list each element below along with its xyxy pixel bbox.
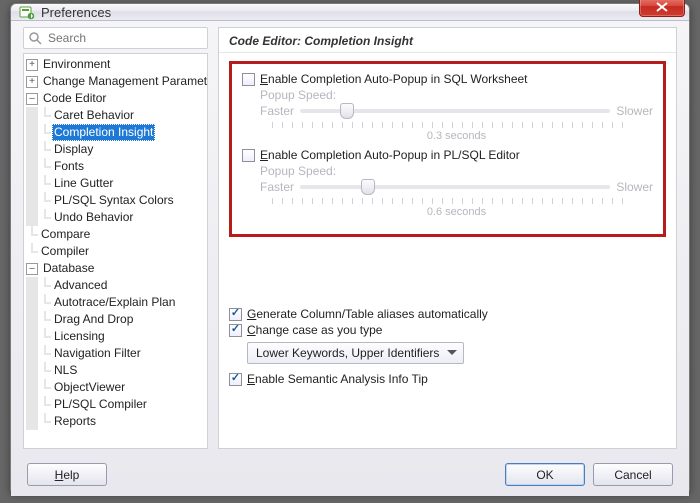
section-title: Code Editor: Completion Insight (219, 28, 676, 53)
tree-item-label: Environment (41, 56, 112, 73)
search-field[interactable] (23, 27, 208, 49)
tree-item-label: PL/SQL Syntax Colors (52, 192, 176, 209)
chevron-down-icon (445, 346, 459, 360)
tree-item-label: Line Gutter (52, 175, 115, 192)
tree-item-label: Caret Behavior (52, 107, 136, 124)
tree-item[interactable]: Drag And Drop (26, 311, 207, 328)
tree-item[interactable]: Undo Behavior (26, 209, 207, 226)
tree-item[interactable]: Autotrace/Explain Plan (26, 294, 207, 311)
tree-item-label: Compare (39, 226, 92, 243)
tree-item-label: Code Editor (41, 90, 108, 107)
tree-item-label: Database (41, 260, 96, 277)
help-button[interactable]: HHelpelp (27, 463, 107, 486)
popup1-slider[interactable]: Faster Slower (260, 104, 653, 118)
popup2-seconds: 0.6 seconds (260, 206, 653, 218)
semantic-tip-checkbox[interactable]: Enable Semantic Analysis Info Tip (229, 372, 666, 386)
tree-item[interactable]: Display (26, 141, 207, 158)
tree-item[interactable]: –Code Editor (26, 90, 207, 107)
tree-item[interactable]: PL/SQL Syntax Colors (26, 192, 207, 209)
tree-item[interactable]: Compiler (26, 243, 207, 260)
tree-item-label: Completion Insight (52, 124, 155, 141)
tree-item-label: Navigation Filter (52, 345, 143, 362)
tree-item[interactable]: Compare (26, 226, 207, 243)
tree-item[interactable]: Licensing (26, 328, 207, 345)
select-value: Lower Keywords, Upper Identifiers (256, 346, 439, 360)
popup2-slider[interactable]: Faster Slower (260, 180, 653, 194)
popup2-speed-label: Popup Speed: (260, 164, 653, 178)
tree-item-label: Autotrace/Explain Plan (52, 294, 177, 311)
tree-item-label: Display (52, 141, 95, 158)
checkbox-icon (229, 308, 242, 321)
dialog-footer: HHelpelp OK Cancel (23, 457, 677, 486)
tree-hscrollbar[interactable] (24, 448, 207, 449)
checkbox-icon (242, 149, 255, 162)
popup1-seconds: 0.3 seconds (260, 130, 653, 142)
preferences-window: Preferences +Environment+Change Manageme… (10, 3, 690, 493)
dialog-body: +Environment+Change Management Parameter… (11, 21, 689, 496)
nav-tree: +Environment+Change Management Parameter… (23, 53, 208, 449)
generate-aliases-checkbox[interactable]: Generate Column/Table aliases automatica… (229, 307, 666, 321)
tree-item-label: Advanced (52, 277, 109, 294)
nav-tree-scroll[interactable]: +Environment+Change Management Parameter… (24, 54, 207, 448)
tree-item[interactable]: Completion Insight (26, 124, 207, 141)
tree-item-label: Licensing (52, 328, 107, 345)
search-input[interactable] (46, 30, 205, 46)
close-button[interactable] (639, 0, 685, 17)
titlebar[interactable]: Preferences (11, 4, 689, 21)
tree-item-label: Undo Behavior (52, 209, 135, 226)
expand-icon[interactable]: + (26, 59, 38, 71)
tree-item-label: ObjectViewer (52, 379, 127, 396)
tree-item-label: Reports (52, 413, 98, 430)
tree-item-label: Drag And Drop (52, 311, 135, 328)
highlight-box: Enable Completion Auto-Popup in SQL Work… (229, 61, 666, 237)
tree-item-label: NLS (52, 362, 79, 379)
tree-item-label: Fonts (52, 158, 86, 175)
tree-item[interactable]: Caret Behavior (26, 107, 207, 124)
tree-item[interactable]: PL/SQL Compiler (26, 396, 207, 413)
tree-item[interactable]: Fonts (26, 158, 207, 175)
collapse-icon[interactable]: – (26, 263, 38, 275)
tree-item[interactable]: –Database (26, 260, 207, 277)
window-title: Preferences (41, 5, 633, 20)
tree-item[interactable]: Navigation Filter (26, 345, 207, 362)
checkbox-icon (229, 324, 242, 337)
tree-item[interactable]: Advanced (26, 277, 207, 294)
tree-item-label: Compiler (39, 243, 91, 260)
tree-item-label: Change Management Parameters (41, 73, 207, 90)
checkbox-icon (229, 373, 242, 386)
case-mode-select[interactable]: Lower Keywords, Upper Identifiers (247, 342, 464, 364)
enable-sql-popup-checkbox[interactable]: Enable Completion Auto-Popup in SQL Work… (242, 72, 653, 86)
tree-item[interactable]: Line Gutter (26, 175, 207, 192)
collapse-icon[interactable]: – (26, 93, 38, 105)
app-icon (19, 4, 35, 20)
cancel-button[interactable]: Cancel (593, 463, 673, 486)
enable-plsql-popup-checkbox[interactable]: Enable Completion Auto-Popup in PL/SQL E… (242, 148, 653, 162)
ok-button[interactable]: OK (505, 463, 585, 486)
tree-item[interactable]: ObjectViewer (26, 379, 207, 396)
checkbox-icon (242, 73, 255, 86)
tree-item[interactable]: Reports (26, 413, 207, 430)
tree-item[interactable]: +Change Management Parameters (26, 73, 207, 90)
change-case-checkbox[interactable]: Change case as you type (229, 323, 666, 337)
popup1-speed-label: Popup Speed: (260, 88, 653, 102)
right-pane: Code Editor: Completion Insight Enable C… (218, 27, 677, 449)
left-pane: +Environment+Change Management Parameter… (23, 27, 208, 449)
tree-item-label: PL/SQL Compiler (52, 396, 149, 413)
search-icon (28, 31, 42, 45)
tree-item[interactable]: +Environment (26, 56, 207, 73)
tree-item[interactable]: NLS (26, 362, 207, 379)
expand-icon[interactable]: + (26, 76, 38, 88)
